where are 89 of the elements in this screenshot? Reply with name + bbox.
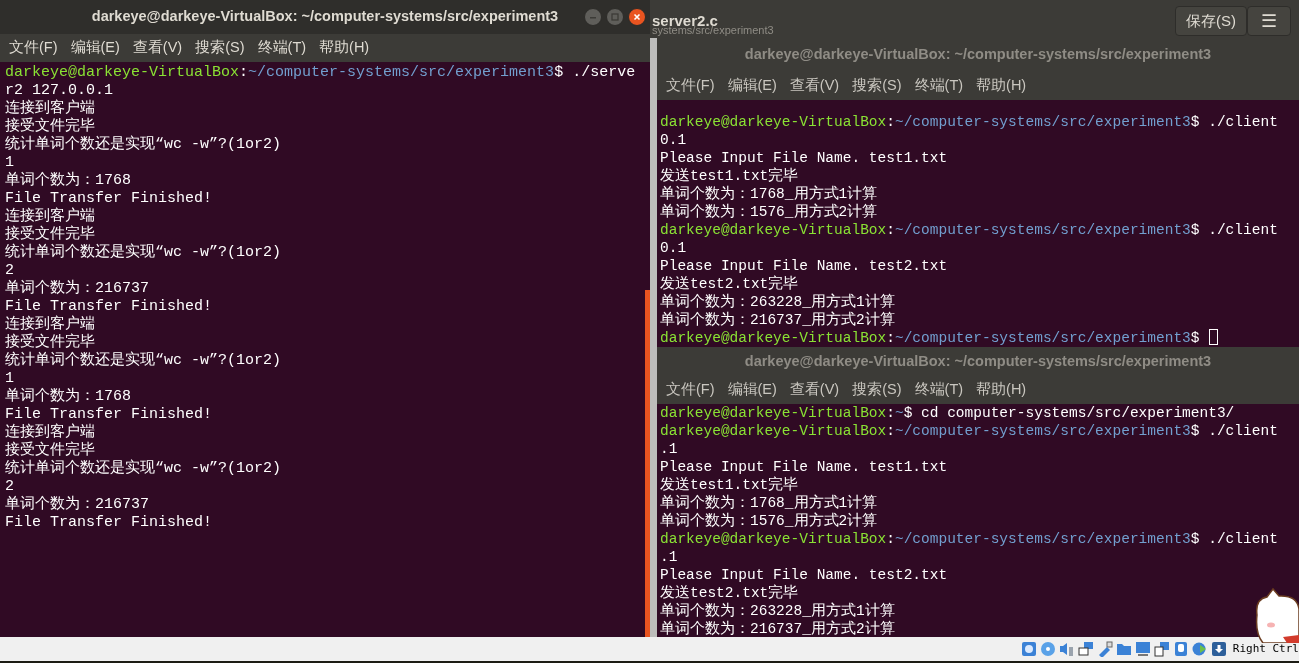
output-line: File Transfer Finished!	[5, 190, 213, 207]
menu-item[interactable]: 终端(T)	[914, 75, 964, 97]
output-line: 单词个数为：1768	[5, 388, 131, 406]
output-line: 单词个数为：1768	[5, 172, 131, 190]
output-line: .1	[660, 440, 678, 458]
output-line: 1	[5, 154, 14, 172]
output-line: 发送test2.txt完毕	[660, 584, 799, 602]
close-button[interactable]	[628, 8, 646, 26]
display-icon[interactable]	[1134, 641, 1151, 657]
menu-item[interactable]: 查看(V)	[132, 37, 183, 59]
window-title: darkeye@darkeye-VirtualBox: ~/computer-systems/src/experiment3	[744, 45, 1212, 65]
output-line: Please Input File Name. test2.txt	[660, 566, 948, 584]
output-line: 接受文件完毕	[5, 334, 95, 351]
output-line: 单词个数为：1576_用方式2计算	[660, 203, 878, 221]
output-line: 接受文件完毕	[5, 118, 95, 135]
output-line: 连接到客户端	[5, 208, 95, 225]
output-line: 单词个数为：1576_用方式2计算	[660, 512, 878, 530]
output-line: 发送test2.txt完毕	[660, 275, 799, 293]
menu-item[interactable]: 编辑(E)	[727, 379, 777, 401]
output-line: 2	[5, 262, 14, 280]
output-line: 单词个数为：263228_用方式1计算	[660, 293, 895, 311]
menu-item[interactable]: 帮助(H)	[976, 379, 1027, 401]
output-line: File Transfer Finished!	[5, 406, 213, 423]
menu-item[interactable]: 搜索(S)	[852, 75, 902, 97]
optical-disc-icon[interactable]	[1039, 641, 1056, 657]
output-line: Please Input File Name. test2.txt	[660, 257, 948, 275]
output-line: 0.1	[660, 239, 687, 257]
window-title: darkeye@darkeye-VirtualBox: ~/computer-systems/src/experiment3	[91, 7, 559, 27]
prompt-line: darkeye@darkeye-VirtualBox:~/computer-systems/src/experiment3$	[660, 329, 1218, 347]
output-line: 统计单词个数还是实现“wc -w”?(1or2)	[5, 136, 282, 154]
download-icon[interactable]	[1210, 641, 1227, 657]
scrollbar[interactable]	[645, 290, 650, 637]
prompt-line: darkeye@darkeye-VirtualBox:~$ cd computer-systems/src/experiment3/	[660, 404, 1235, 422]
menu-item[interactable]: 搜索(S)	[852, 379, 902, 401]
output-line: 统计单词个数还是实现“wc -w”?(1or2)	[5, 460, 282, 478]
prompt-line: darkeye@darkeye-VirtualBox:~/computer-systems/src/experiment3$ ./client	[660, 422, 1278, 440]
menu-item[interactable]: 文件(F)	[666, 379, 715, 401]
menu-item[interactable]: 文件(F)	[666, 75, 715, 97]
output-line: 连接到客户端	[5, 316, 95, 333]
menu-item[interactable]: 查看(V)	[789, 379, 840, 401]
folder-icon[interactable]	[1115, 641, 1132, 657]
prompt-line: darkeye@darkeye-VirtualBox:~/computer-systems/src/experiment3$ ./client	[660, 113, 1278, 131]
host-key-label: Right Ctrl	[1232, 640, 1299, 657]
output-line: 发送test1.txt完毕	[660, 476, 799, 494]
output-line: 连接到客户端	[5, 100, 95, 117]
menu-item[interactable]: 编辑(E)	[727, 75, 777, 97]
prompt-line: darkeye@darkeye-VirtualBox:~/computer-systems/src/experiment3$ ./serve	[5, 64, 636, 82]
output-line: 单词个数为：216737_用方式2计算	[660, 620, 895, 637]
output-line: 单词个数为：216737	[5, 496, 149, 514]
output-line: r2 127.0.0.1	[5, 82, 114, 99]
menu-item[interactable]: 文件(F)	[9, 37, 58, 59]
menu-item[interactable]: 编辑(E)	[70, 37, 120, 59]
menu-item[interactable]: 查看(V)	[789, 75, 840, 97]
output-line: 0.1	[660, 131, 687, 149]
close-icon	[632, 12, 642, 22]
menu-item[interactable]: 搜索(S)	[195, 37, 245, 59]
output-line: 单词个数为：1768_用方式1计算	[660, 494, 878, 512]
output-line: 单词个数为：1768_用方式1计算	[660, 185, 878, 203]
output-line: 1	[5, 370, 14, 388]
output-line: 连接到客户端	[5, 424, 95, 441]
output-line: File Transfer Finished!	[5, 298, 213, 315]
menu-button[interactable]: ☰	[1247, 6, 1291, 36]
menu-item[interactable]: 帮助(H)	[976, 75, 1027, 97]
output-line: 2	[5, 478, 14, 496]
output-line: Please Input File Name. test1.txt	[660, 149, 948, 167]
prompt-line: darkeye@darkeye-VirtualBox:~/computer-systems/src/experiment3$ ./client	[660, 530, 1278, 548]
globe-icon[interactable]	[1191, 641, 1208, 657]
output-line: .1	[660, 548, 678, 566]
output-line: File Transfer Finished!	[5, 514, 213, 532]
output-line: 统计单词个数还是实现“wc -w”?(1or2)	[5, 244, 282, 262]
window-title: darkeye@darkeye-VirtualBox: ~/computer-systems/src/experiment3	[744, 351, 1212, 371]
output-line: 接受文件完毕	[5, 226, 95, 243]
menu-item[interactable]: 终端(T)	[257, 37, 307, 59]
output-line: 发送test1.txt完毕	[660, 167, 799, 185]
prompt-line: darkeye@darkeye-VirtualBox:~/computer-systems/src/experiment3$ ./client	[660, 221, 1278, 239]
output-line: 单词个数为：216737_用方式2计算	[660, 311, 895, 329]
output-line: 单词个数为：263228_用方式1计算	[660, 602, 895, 620]
output-line: 统计单词个数还是实现“wc -w”?(1or2)	[5, 352, 282, 370]
save-button[interactable]: 保存(S)	[1175, 6, 1247, 36]
maximize-icon	[610, 12, 620, 22]
menu-item[interactable]: 帮助(H)	[319, 37, 370, 59]
output-line: Please Input File Name. test1.txt	[660, 458, 948, 476]
sticker-drawing	[1253, 585, 1299, 643]
menu-item[interactable]: 终端(T)	[914, 379, 964, 401]
audio-icon[interactable]	[1058, 641, 1075, 657]
output-line: 单词个数为：216737	[5, 280, 149, 298]
minimize-button[interactable]	[584, 8, 602, 26]
windows-icon[interactable]	[1153, 641, 1170, 657]
output-line: 接受文件完毕	[5, 442, 95, 459]
